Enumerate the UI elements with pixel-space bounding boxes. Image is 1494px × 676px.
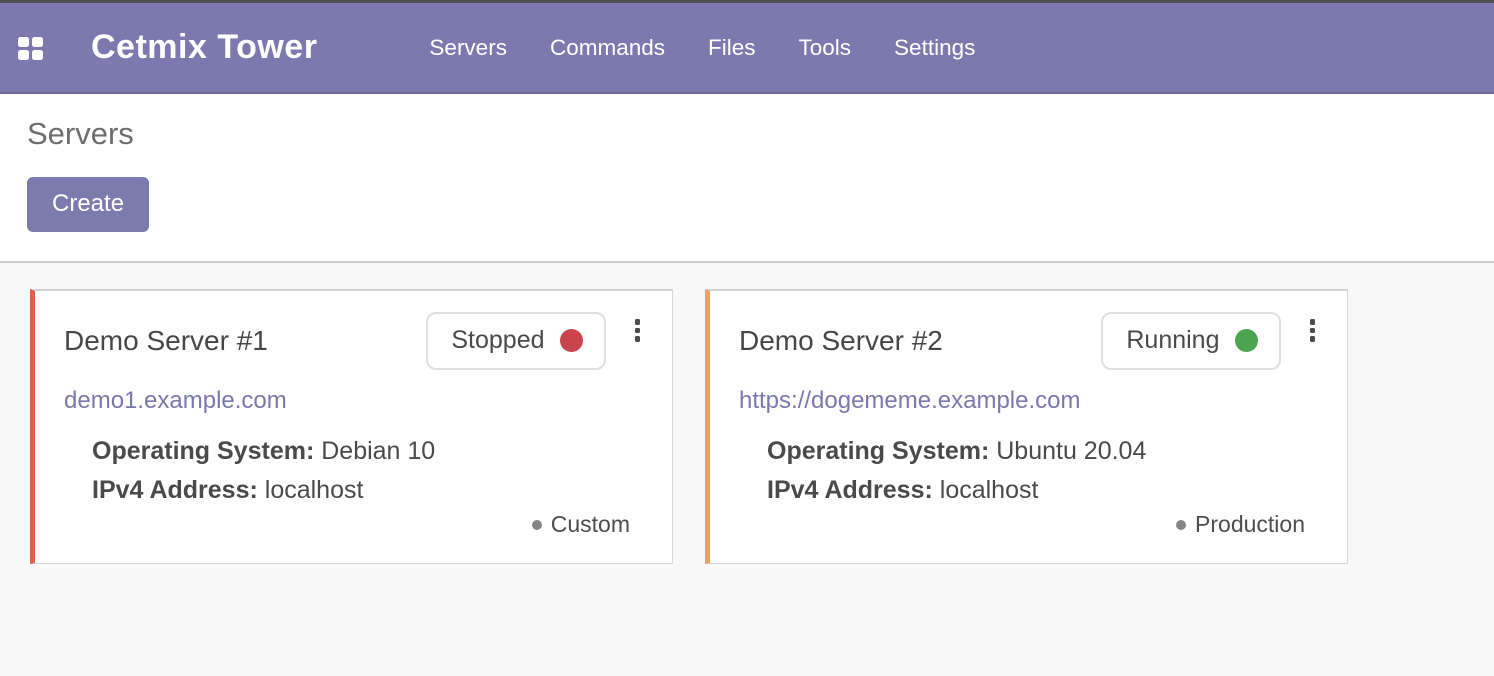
tag-dot-icon [532, 520, 542, 530]
server-fields: Operating System: Ubuntu 20.04 IPv4 Addr… [767, 432, 1317, 510]
field-label: IPv4 Address: [92, 476, 258, 504]
field-label: IPv4 Address: [767, 476, 933, 504]
field-value: Ubuntu 20.04 [996, 437, 1146, 465]
field-value: localhost [940, 476, 1039, 504]
app-title[interactable]: Cetmix Tower [91, 28, 317, 67]
menu-item-servers[interactable]: Servers [429, 35, 507, 61]
grid-square [32, 37, 43, 47]
menu-item-settings[interactable]: Settings [894, 35, 975, 61]
server-name: Demo Server #1 [64, 325, 426, 357]
create-button[interactable]: Create [27, 177, 149, 232]
server-tag: Production [1176, 511, 1305, 538]
grid-square [18, 37, 29, 47]
tag-dot-icon [1176, 520, 1186, 530]
status-dot-icon [560, 329, 583, 352]
server-status-button[interactable]: Stopped [426, 312, 605, 370]
server-card[interactable]: Demo Server #2 Running https://dogememe.… [705, 289, 1348, 564]
page-title: Servers [27, 116, 1467, 152]
field-row: Operating System: Debian 10 [92, 432, 642, 471]
menu-item-commands[interactable]: Commands [550, 35, 665, 61]
server-card[interactable]: Demo Server #1 Stopped demo1.example.com… [30, 289, 673, 564]
apps-grid-icon[interactable] [18, 37, 44, 60]
card-header: Demo Server #2 Running [739, 312, 1317, 370]
field-label: Operating System: [92, 437, 314, 465]
field-value: Debian 10 [321, 437, 435, 465]
server-status-button[interactable]: Running [1101, 312, 1280, 370]
menu-item-files[interactable]: Files [708, 35, 756, 61]
kebab-dot [635, 328, 641, 334]
server-tag: Custom [532, 511, 630, 538]
card-header: Demo Server #1 Stopped [64, 312, 642, 370]
control-panel: Servers Create [0, 94, 1494, 263]
kebab-dot [1310, 319, 1316, 325]
field-label: Operating System: [767, 437, 989, 465]
menu-item-tools[interactable]: Tools [799, 35, 852, 61]
status-dot-icon [1235, 329, 1258, 352]
field-row: Operating System: Ubuntu 20.04 [767, 432, 1317, 471]
tag-label: Custom [551, 511, 630, 538]
grid-square [18, 50, 29, 60]
field-row: IPv4 Address: localhost [767, 471, 1317, 510]
kebab-menu-icon[interactable] [633, 317, 643, 344]
status-label: Running [1126, 326, 1219, 355]
server-name: Demo Server #2 [739, 325, 1101, 357]
server-url-link[interactable]: https://dogememe.example.com [739, 387, 1081, 415]
tag-label: Production [1195, 511, 1305, 538]
app-window: Cetmix Tower Servers Commands Files Tool… [0, 0, 1494, 676]
kebab-menu-icon[interactable] [1308, 317, 1318, 344]
server-fields: Operating System: Debian 10 IPv4 Address… [92, 432, 642, 510]
server-url-link[interactable]: demo1.example.com [64, 387, 287, 415]
kanban-view: Demo Server #1 Stopped demo1.example.com… [0, 263, 1494, 564]
kebab-dot [635, 319, 641, 325]
main-navbar: Cetmix Tower Servers Commands Files Tool… [0, 3, 1494, 94]
field-value: localhost [265, 476, 364, 504]
status-label: Stopped [451, 326, 544, 355]
kebab-dot [635, 336, 641, 342]
main-menu: Servers Commands Files Tools Settings [429, 35, 975, 61]
kebab-dot [1310, 328, 1316, 334]
kebab-dot [1310, 336, 1316, 342]
field-row: IPv4 Address: localhost [92, 471, 642, 510]
grid-square [32, 50, 43, 60]
